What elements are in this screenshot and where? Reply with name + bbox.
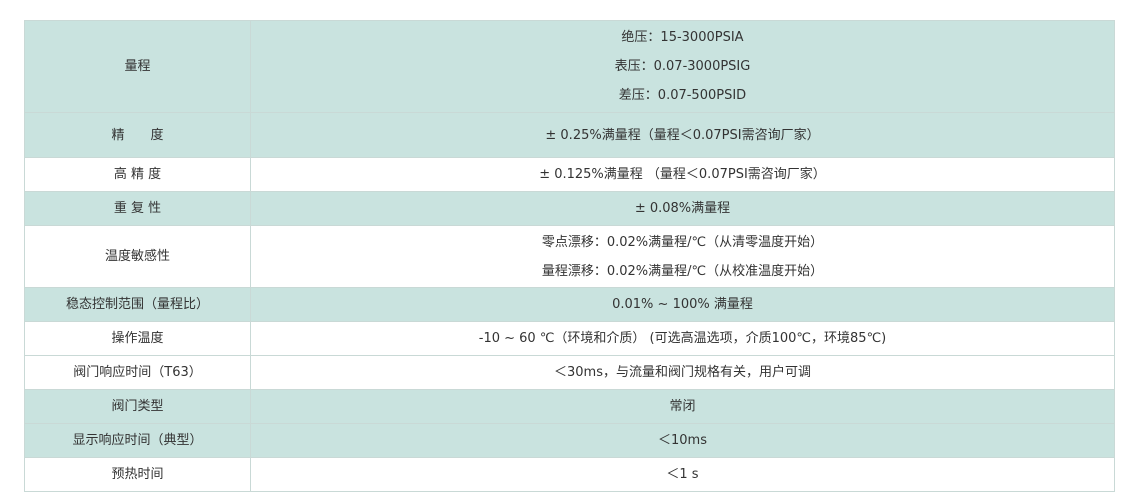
value-line: 表压：0.07-3000PSIG [614,59,751,74]
row-value: ＜10ms [250,423,1115,458]
row-value: 绝压：15-3000PSIA 表压：0.07-3000PSIG 差压：0.07-… [250,20,1115,113]
row-label: 高 精 度 [24,157,251,192]
row-value: 零点漂移：0.02%满量程/℃（从清零温度开始） 量程漂移：0.02%满量程/℃… [250,225,1115,288]
row-label: 阀门响应时间（T63） [24,355,251,390]
row-value: ± 0.08%满量程 [250,191,1115,226]
table-row-warmup-time: 预热时间 ＜1 s [24,457,1115,492]
row-value: ± 0.25%满量程（量程＜0.07PSI需咨询厂家） [250,112,1115,158]
table-row-repeatability: 重 复 性 ± 0.08%满量程 [24,191,1115,226]
value-line: 差压：0.07-500PSID [618,88,747,103]
value-line: 零点漂移：0.02%满量程/℃（从清零温度开始） [541,234,824,250]
table-row-operating-temperature: 操作温度 -10 ~ 60 ℃（环境和介质） (可选高温选项，介质100℃，环境… [24,321,1115,356]
row-label: 量程 [24,20,251,113]
row-label: 操作温度 [24,321,251,356]
table-row-high-accuracy: 高 精 度 ± 0.125%满量程 （量程＜0.07PSI需咨询厂家） [24,157,1115,192]
row-label: 预热时间 [24,457,251,492]
table-row-valve-response: 阀门响应时间（T63） ＜30ms，与流量和阀门规格有关，用户可调 [24,355,1115,390]
row-label: 显示响应时间（典型） [24,423,251,458]
row-value: ± 0.125%满量程 （量程＜0.07PSI需咨询厂家） [250,157,1115,192]
table-row-accuracy: 精 度 ± 0.25%满量程（量程＜0.07PSI需咨询厂家） [24,112,1115,158]
row-value: 常闭 [250,389,1115,424]
table-row-range: 量程 绝压：15-3000PSIA 表压：0.07-3000PSIG 差压：0.… [24,20,1115,113]
table-row-display-response: 显示响应时间（典型） ＜10ms [24,423,1115,458]
table-row-control-range: 稳态控制范围（量程比） 0.01% ~ 100% 满量程 [24,287,1115,322]
row-label: 阀门类型 [24,389,251,424]
row-label: 温度敏感性 [24,225,251,288]
value-line: 量程漂移：0.02%满量程/℃（从校准温度开始） [541,263,824,279]
spec-table: 量程 绝压：15-3000PSIA 表压：0.07-3000PSIG 差压：0.… [24,20,1115,492]
value-line: 绝压：15-3000PSIA [621,30,744,45]
row-value: ＜30ms，与流量和阀门规格有关，用户可调 [250,355,1115,390]
row-label: 精 度 [24,112,251,158]
table-row-temperature-sensitivity: 温度敏感性 零点漂移：0.02%满量程/℃（从清零温度开始） 量程漂移：0.02… [24,225,1115,288]
table-row-valve-type: 阀门类型 常闭 [24,389,1115,424]
row-value: -10 ~ 60 ℃（环境和介质） (可选高温选项，介质100℃，环境85℃) [250,321,1115,356]
row-value: ＜1 s [250,457,1115,492]
row-value: 0.01% ~ 100% 满量程 [250,287,1115,322]
row-label: 重 复 性 [24,191,251,226]
row-label: 稳态控制范围（量程比） [24,287,251,322]
